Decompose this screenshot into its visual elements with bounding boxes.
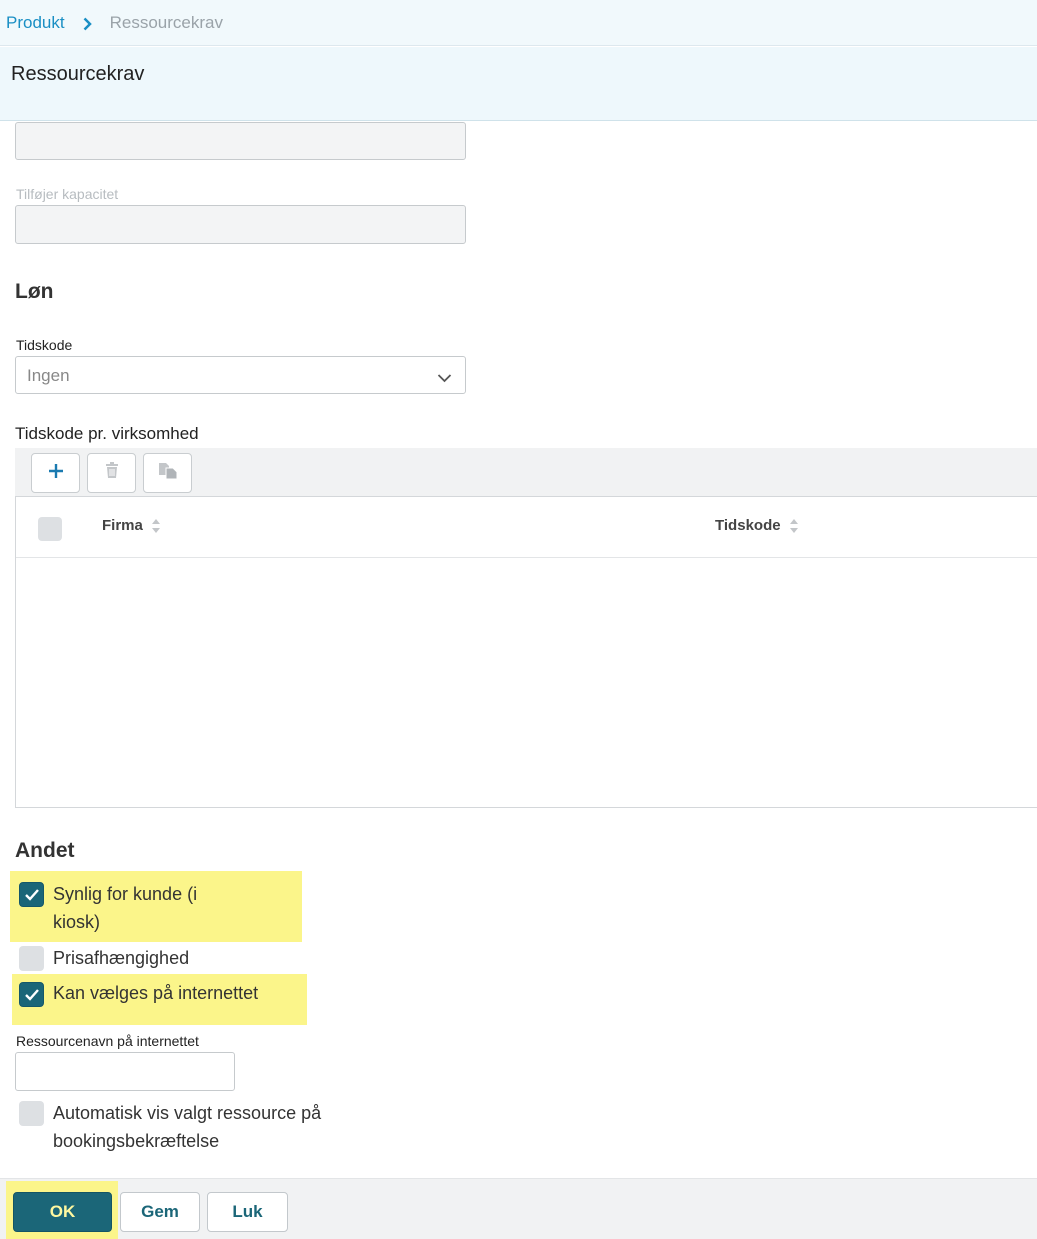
copy-icon [158, 462, 178, 485]
per-company-label: Tidskode pr. virksomhed [15, 424, 199, 443]
timecode-selected-value: Ingen [27, 366, 70, 385]
copy-row-button[interactable] [143, 453, 192, 493]
delete-row-button[interactable] [87, 453, 136, 493]
price-dependency-checkbox[interactable] [19, 946, 44, 971]
breadcrumb-current: Ressourcekrav [109, 12, 223, 32]
chevron-right-icon [83, 16, 92, 30]
auto-show-label-line2: bookingsbekræftelse [53, 1131, 220, 1151]
visible-customer-label-line2: kiosk) [53, 912, 101, 932]
sort-icon [151, 518, 160, 533]
save-button[interactable]: Gem [120, 1192, 200, 1232]
timecode-select[interactable]: Ingen [15, 356, 466, 394]
page-header: Ressourcekrav [0, 47, 1037, 121]
column-header-firma[interactable]: Firma [102, 517, 161, 534]
visible-customer-label-line1: Synlig for kunde (i [53, 884, 198, 904]
ok-button[interactable]: OK [13, 1192, 112, 1232]
timecode-label: Tidskode [16, 337, 73, 353]
breadcrumb-link-produkt[interactable]: Produkt [6, 13, 65, 33]
chevron-down-icon [437, 370, 452, 383]
selectable-online-checkbox[interactable] [19, 982, 44, 1007]
section-title-other: Andet [15, 839, 75, 862]
timecode-grid: Firma Tidskode [15, 496, 1037, 808]
checkmark-icon [25, 889, 39, 901]
page-title: Ressourcekrav [11, 63, 145, 85]
sort-icon [789, 518, 798, 533]
close-button[interactable]: Luk [207, 1192, 288, 1232]
auto-show-label-line1: Automatisk vis valgt ressource på [53, 1103, 322, 1123]
select-all-checkbox[interactable] [38, 517, 62, 541]
column-label-firma: Firma [102, 517, 143, 534]
add-row-button[interactable] [31, 453, 80, 493]
grid-toolbar [15, 448, 1037, 496]
trash-icon [105, 462, 119, 484]
capacity-label: Tilføjer kapacitet [16, 186, 119, 202]
resource-name-label: Ressourcenavn på internettet [16, 1033, 199, 1049]
resource-name-input[interactable] [15, 1052, 235, 1091]
visible-customer-checkbox[interactable] [19, 882, 44, 907]
column-header-tidskode[interactable]: Tidskode [715, 517, 799, 534]
grid-header: Firma Tidskode [16, 497, 1037, 558]
capacity-field[interactable] [15, 205, 466, 244]
auto-show-label: Automatisk vis valgt ressource på bookin… [53, 1099, 321, 1155]
checkmark-icon [25, 989, 39, 1001]
auto-show-checkbox[interactable] [19, 1101, 44, 1126]
footer-bar: OK Gem Luk [0, 1178, 1037, 1239]
unnamed-field[interactable] [15, 122, 466, 160]
column-label-tidskode: Tidskode [715, 517, 781, 534]
breadcrumb: Produkt Ressourcekrav [0, 0, 1037, 46]
selectable-online-label: Kan vælges på internettet [53, 983, 259, 1003]
visible-customer-label: Synlig for kunde (i kiosk) [53, 880, 197, 936]
section-title-salary: Løn [15, 280, 54, 303]
plus-icon [48, 463, 64, 484]
price-dependency-label: Prisafhængighed [53, 948, 190, 968]
